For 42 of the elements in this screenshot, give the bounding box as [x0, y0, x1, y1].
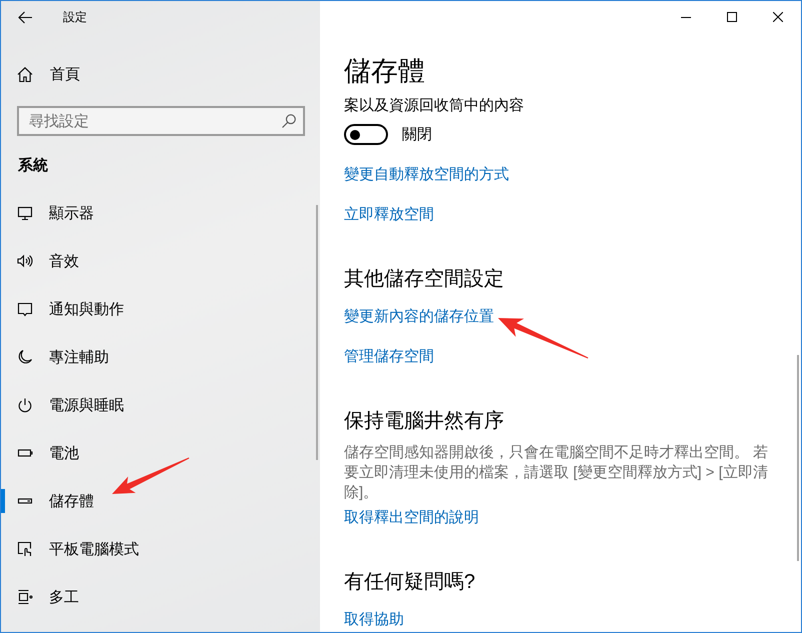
speech-bubble-icon	[17, 301, 33, 317]
moon-icon	[17, 349, 33, 365]
sidebar-item[interactable]: 平板電腦模式	[1, 525, 320, 573]
power-icon	[17, 397, 33, 413]
tablet-icon	[17, 541, 33, 557]
link[interactable]: 變更新內容的儲存位置	[344, 307, 494, 327]
description-paragraph: 儲存空間感知器開啟後，只會在電腦空間不足時才釋出空間。 若要立即清理未使用的檔案，請選取 [變更空間釋放方式] > [立即清除]。	[344, 443, 770, 503]
multitask-icon	[17, 589, 33, 605]
link[interactable]: 立即釋放空間	[344, 205, 434, 225]
scrollbar-thumb[interactable]	[316, 205, 318, 460]
sidebar-item[interactable]: 專注輔助	[1, 333, 320, 381]
link[interactable]: 取得釋出空間的說明	[344, 508, 479, 528]
monitor-icon	[17, 205, 33, 221]
description-text: 案以及資源回收筒中的內容	[344, 96, 525, 116]
toggle-switch[interactable]	[344, 124, 388, 145]
section-heading: 保持電腦井然有序	[344, 409, 505, 434]
sidebar-item[interactable]: 通知與動作	[1, 285, 320, 333]
section-heading: 其他儲存空間設定	[344, 267, 505, 292]
close-icon	[773, 12, 783, 22]
sidebar-item[interactable]: 電池	[1, 429, 320, 477]
link[interactable]: 管理儲存空間	[344, 347, 434, 367]
search-field[interactable]: 尋找設定	[17, 106, 305, 136]
minimize-icon	[681, 16, 691, 18]
sidebar-item[interactable]: 儲存體	[1, 477, 320, 525]
speaker-icon	[17, 253, 33, 269]
link[interactable]: 變更自動釋放空間的方式	[344, 165, 509, 185]
section-label: 系統	[17, 156, 48, 176]
back-icon	[18, 10, 32, 24]
home-item[interactable]: 首頁	[1, 50, 320, 98]
sidebar-item[interactable]: 顯示器	[1, 189, 320, 237]
maximize-icon	[727, 12, 737, 22]
scrollbar-thumb[interactable]	[797, 355, 799, 561]
page-title: 儲存體	[344, 55, 426, 88]
toggle-label: 關閉	[402, 124, 432, 144]
search-icon	[282, 114, 296, 128]
sidebar-item[interactable]: 多工	[1, 573, 320, 621]
sidebar-item[interactable]: 電源與睡眠	[1, 381, 320, 429]
sidebar-item[interactable]: 音效	[1, 237, 320, 285]
link[interactable]: 取得協助	[344, 610, 404, 630]
section-heading: 有任何疑問嗎?	[344, 570, 476, 595]
home-icon	[17, 66, 33, 82]
window-title: 設定	[63, 9, 87, 25]
